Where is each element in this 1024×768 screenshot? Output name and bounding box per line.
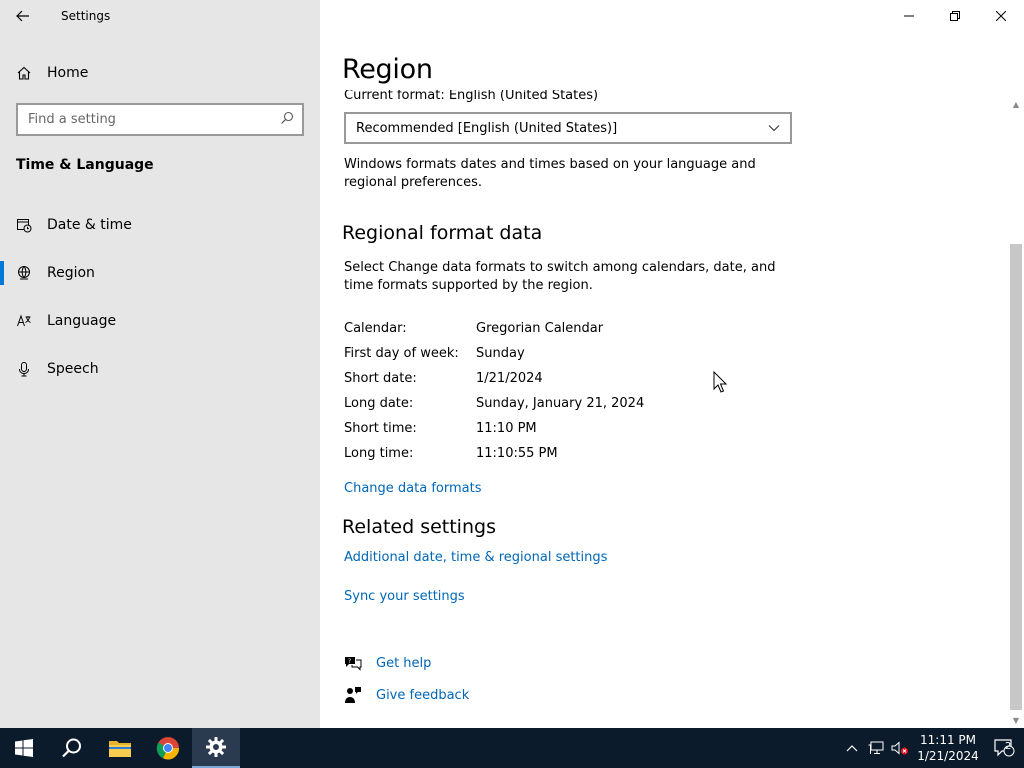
additional-settings-link[interactable]: Additional date, time & regional setting…: [344, 550, 607, 565]
format-value: 1/21/2024: [476, 371, 543, 386]
globe-icon: [16, 265, 32, 281]
sidebar-item-date-time[interactable]: Date & time: [0, 205, 320, 245]
clock-date: 1/21/2024: [917, 749, 979, 763]
system-tray: 11:11 PM 1/21/2024 2: [840, 728, 1024, 768]
help-chat-icon: ?: [344, 655, 362, 671]
content-pane: Region Current format: English (United S…: [320, 0, 1024, 728]
scroll-up-arrow-icon[interactable]: ▲: [1008, 96, 1024, 112]
chrome-icon: [156, 737, 180, 760]
format-key: Short date:: [344, 371, 417, 386]
format-key: Calendar:: [344, 321, 407, 336]
file-explorer-button[interactable]: [96, 728, 144, 768]
action-center-button[interactable]: 2: [984, 728, 1024, 768]
settings-taskbar-button[interactable]: [192, 728, 240, 768]
get-help-link[interactable]: Get help: [376, 656, 431, 671]
gear-icon: [206, 737, 226, 757]
format-value: 11:10 PM: [476, 421, 537, 436]
section-title: Time & Language: [16, 157, 154, 173]
search-box[interactable]: [16, 103, 304, 136]
mouse-cursor-icon: [713, 371, 727, 393]
regional-format-heading: Regional format data: [342, 222, 543, 244]
sidebar-item-speech[interactable]: Speech: [0, 349, 320, 389]
current-format-text: Current format: English (United States): [344, 88, 599, 102]
close-icon: [996, 11, 1006, 21]
windows-logo-icon: [15, 739, 33, 757]
sidebar-item-language[interactable]: Language: [0, 301, 320, 341]
sync-settings-link[interactable]: Sync your settings: [344, 589, 465, 604]
feedback-person-icon: [344, 686, 362, 704]
give-feedback-row[interactable]: Give feedback: [344, 686, 469, 704]
format-row-first-day: First day of week: Sunday: [344, 341, 525, 366]
format-key: Short time:: [344, 421, 417, 436]
calendar-clock-icon: [16, 217, 32, 233]
title-bar-left: Settings: [0, 0, 320, 32]
search-taskbar-button[interactable]: [48, 728, 96, 768]
show-hidden-icons-button[interactable]: [840, 728, 864, 768]
format-row-short-time: Short time: 11:10 PM: [344, 416, 537, 441]
microphone-icon: [16, 361, 32, 377]
volume-muted-icon: [891, 741, 908, 755]
format-description: Windows formats dates and times based on…: [344, 157, 756, 190]
nav-home[interactable]: Home: [0, 56, 320, 90]
language-icon: [16, 313, 32, 329]
home-icon: [16, 65, 32, 81]
page-title: Region: [342, 54, 433, 85]
volume-button[interactable]: [888, 728, 912, 768]
format-key: First day of week:: [344, 346, 459, 361]
sidebar-item-label: Date & time: [47, 217, 132, 233]
notification-count-badge: 2: [1005, 741, 1012, 752]
navigation-pane: Settings Home Time & Language Date & tim…: [0, 0, 320, 728]
dropdown-value: Recommended [English (United States)]: [356, 120, 618, 136]
scroll-down-arrow-icon[interactable]: ▼: [1008, 712, 1024, 728]
network-button[interactable]: [864, 728, 888, 768]
window-controls: [886, 0, 1024, 32]
back-arrow-icon: [16, 10, 29, 22]
vertical-scrollbar[interactable]: ▲ ▼: [1008, 96, 1024, 728]
give-feedback-link[interactable]: Give feedback: [376, 688, 469, 703]
svg-text:?: ?: [348, 658, 351, 665]
format-row-calendar: Calendar: Gregorian Calendar: [344, 316, 603, 341]
restore-icon: [950, 11, 960, 21]
taskbar-clock[interactable]: 11:11 PM 1/21/2024: [912, 732, 984, 764]
minimize-button[interactable]: [886, 0, 932, 32]
related-settings-heading: Related settings: [342, 516, 496, 538]
get-help-row[interactable]: ? Get help: [344, 655, 431, 671]
app-title: Settings: [61, 9, 111, 23]
chevron-up-icon: [846, 745, 858, 752]
folder-icon: [109, 741, 131, 757]
search-icon[interactable]: [280, 110, 294, 129]
home-label: Home: [47, 65, 89, 81]
format-value: 11:10:55 PM: [476, 446, 558, 461]
regional-format-description: Select Change data formats to switch amo…: [344, 260, 776, 293]
clock-time: 11:11 PM: [920, 733, 976, 747]
format-row-long-date: Long date: Sunday, January 21, 2024: [344, 391, 644, 416]
start-button[interactable]: [0, 728, 48, 768]
chevron-down-icon: [768, 125, 780, 132]
chrome-button[interactable]: [144, 728, 192, 768]
network-icon: [868, 741, 884, 754]
notification-icon: [994, 739, 1015, 757]
format-row-long-time: Long time: 11:10:55 PM: [344, 441, 558, 466]
format-value: Sunday, January 21, 2024: [476, 396, 645, 411]
taskbar: 11:11 PM 1/21/2024 2: [0, 728, 1024, 768]
sidebar-item-label: Language: [47, 313, 117, 329]
sidebar-item-label: Region: [47, 265, 95, 281]
change-data-formats-link[interactable]: Change data formats: [344, 481, 481, 496]
search-icon: [62, 738, 81, 758]
scrollbar-thumb[interactable]: [1010, 244, 1022, 710]
format-row-short-date: Short date: 1/21/2024: [344, 366, 543, 391]
back-button[interactable]: [0, 0, 46, 32]
format-key: Long time:: [344, 446, 414, 461]
sidebar-item-region[interactable]: Region: [0, 253, 320, 293]
search-input[interactable]: [28, 112, 268, 127]
close-button[interactable]: [978, 0, 1024, 32]
sidebar-item-label: Speech: [47, 361, 99, 377]
format-value: Sunday: [476, 346, 525, 361]
restore-button[interactable]: [932, 0, 978, 32]
format-key: Long date:: [344, 396, 414, 411]
format-value: Gregorian Calendar: [476, 321, 604, 336]
regional-format-dropdown[interactable]: Recommended [English (United States)]: [344, 112, 792, 144]
minimize-icon: [904, 15, 914, 17]
